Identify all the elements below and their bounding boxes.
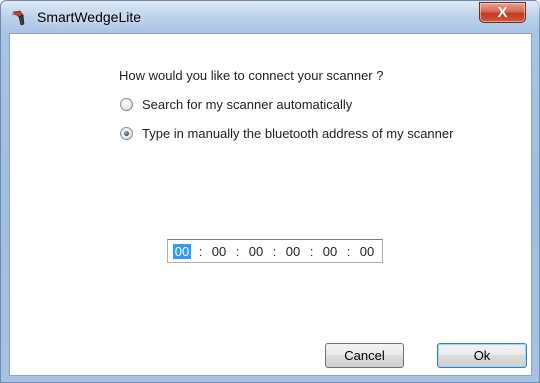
bluetooth-address-input[interactable]: 00 : 00 : 00 : 00 : 00 : 00 — [167, 239, 383, 263]
address-octet-4[interactable]: 00 — [284, 244, 302, 259]
address-separator: : — [235, 243, 240, 259]
address-octet-1[interactable]: 00 — [173, 243, 191, 259]
radio-search-automatically[interactable]: Search for my scanner automatically — [120, 97, 352, 112]
cancel-button[interactable]: Cancel — [325, 343, 404, 368]
address-octet-3[interactable]: 00 — [247, 244, 265, 259]
title-bar[interactable]: SmartWedgeLite — [1, 1, 540, 33]
address-separator: : — [272, 243, 277, 259]
connection-question: How would you like to connect your scann… — [119, 68, 384, 83]
dialog-content: How would you like to connect your scann… — [9, 33, 532, 376]
close-icon: X — [497, 4, 508, 21]
address-octet-6[interactable]: 00 — [358, 244, 376, 259]
address-separator: : — [309, 243, 314, 259]
radio-label-search: Search for my scanner automatically — [142, 97, 353, 112]
address-separator: : — [346, 243, 351, 259]
radio-type-manually[interactable]: Type in manually the bluetooth address o… — [120, 126, 453, 141]
close-button[interactable]: X — [479, 2, 526, 23]
ok-button[interactable]: Ok — [437, 343, 527, 368]
scanner-icon — [11, 9, 29, 27]
radio-label-manual: Type in manually the bluetooth address o… — [142, 126, 454, 141]
address-octet-2[interactable]: 00 — [210, 244, 228, 259]
window-title: SmartWedgeLite — [37, 9, 142, 25]
radio-button-manual[interactable] — [120, 127, 133, 140]
radio-button-search[interactable] — [120, 98, 133, 111]
dialog-window: SmartWedgeLite X How would you like to c… — [0, 0, 540, 383]
address-octet-5[interactable]: 00 — [321, 244, 339, 259]
address-separator: : — [198, 243, 203, 259]
